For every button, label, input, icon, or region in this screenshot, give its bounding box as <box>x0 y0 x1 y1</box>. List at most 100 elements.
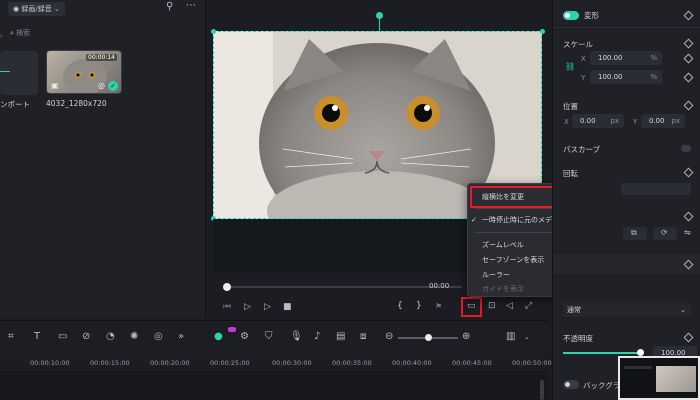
zoom-in-icon[interactable]: ⊕ <box>462 331 470 342</box>
play-icon[interactable]: ▷ <box>264 302 271 312</box>
keyframe-diamond-icon[interactable] <box>683 100 694 111</box>
menu-item-label: セーフゾーンを表示 <box>482 256 545 264</box>
scale-y-label: Y <box>581 74 586 82</box>
overlay-bar <box>624 366 652 369</box>
shape-icon[interactable]: ▭ <box>58 331 67 342</box>
rotate-90-button[interactable]: ⟳ <box>653 227 677 240</box>
keyframe-diamond-icon[interactable] <box>683 167 694 178</box>
media-filter-dropdown[interactable]: ◉ 録画/録音 ⌄ <box>8 2 65 16</box>
motion-icon[interactable]: ◎ <box>154 331 163 342</box>
keyframe-diamond-icon[interactable] <box>683 72 694 83</box>
filter-icon[interactable]: ⚲ <box>166 1 173 12</box>
path-curve-toggle[interactable] <box>681 145 691 152</box>
pos-x-input[interactable]: 0.00 px <box>572 114 624 128</box>
proxy-icon: ◎ <box>98 81 105 90</box>
transform-toggle[interactable] <box>563 11 579 20</box>
fullscreen-icon[interactable]: ⤢ <box>525 301 532 311</box>
media-clip-thumbnail[interactable]: 00:00:14 ▣ ◎ ✓ <box>46 50 122 94</box>
blend-mode-select[interactable]: 通常 ⌄ <box>563 303 691 317</box>
layout-icon[interactable]: ▥ <box>506 331 515 342</box>
opacity-slider-track[interactable] <box>563 352 641 354</box>
keyframe-diamond-icon[interactable] <box>683 38 694 49</box>
pos-x-value: 0.00 <box>580 117 596 125</box>
more-icon[interactable]: ⋯ <box>186 0 196 11</box>
mark-in-button[interactable]: { <box>397 301 403 311</box>
rotate-handle[interactable] <box>376 12 383 19</box>
background-toggle[interactable] <box>563 380 579 389</box>
speed-icon[interactable]: ◔ <box>106 331 115 342</box>
volume-icon[interactable]: ◁ <box>506 301 513 311</box>
playhead-knob[interactable] <box>223 283 231 291</box>
scale-x-input[interactable]: 100.00 % <box>590 51 662 65</box>
compositing-section-header[interactable] <box>553 254 700 274</box>
added-check-icon: ✓ <box>108 81 118 91</box>
resize-handle-top-left[interactable] <box>211 29 216 34</box>
position-label: 位置 <box>563 102 578 111</box>
snap-icon[interactable]: ⧈ <box>360 331 366 342</box>
snapshot-icon[interactable]: ⊡ <box>488 301 496 311</box>
overlay-cat-image <box>656 366 696 392</box>
ai-badge <box>228 327 236 332</box>
media-filter-label: 録画/録音 <box>21 5 52 13</box>
link-icon[interactable]: ⛓ <box>565 62 575 71</box>
shield-icon[interactable]: ⛉ <box>265 331 273 342</box>
flip-icon: ⧉ <box>631 228 637 237</box>
pos-y-input[interactable]: 0.00 px <box>641 114 685 128</box>
menu-item-label: ズームレベル <box>482 241 524 249</box>
import-label: ンポート <box>0 100 30 109</box>
mark-out-button[interactable]: } <box>416 301 422 311</box>
text-icon[interactable]: T <box>34 331 40 342</box>
stop-icon[interactable]: ■ <box>283 302 292 312</box>
import-tile[interactable] <box>0 51 38 95</box>
crop-icon[interactable]: ⌗ <box>8 331 14 342</box>
ai-avatar-icon[interactable]: ● <box>214 331 223 342</box>
more-tools-icon[interactable]: » <box>178 331 184 342</box>
unit-label: px <box>610 117 619 125</box>
keyframe-diamond-icon[interactable] <box>683 211 694 222</box>
collapse-arrow-icon[interactable]: › <box>0 32 3 40</box>
settings-icon[interactable]: ⚙ <box>240 331 249 342</box>
ruler-tick: 00:00:15:00 <box>90 359 130 367</box>
ruler-tick: 00:00:25:00 <box>210 359 250 367</box>
microphone-icon[interactable]: 🎙 <box>290 331 303 342</box>
play-reverse-icon[interactable]: ▷ <box>244 302 251 312</box>
previous-frame-icon[interactable]: ⏮ <box>223 302 231 312</box>
scale-y-input[interactable]: 100.00 % <box>590 70 662 84</box>
unit-label: % <box>650 54 657 62</box>
marker-icon[interactable]: ⚑ <box>435 302 442 311</box>
inspector-panel: 変形 スケール ⛓ X 100.00 % Y 100.00 % 位置 X 0.0… <box>552 0 700 400</box>
zoom-slider-thumb[interactable] <box>425 334 432 341</box>
background-label: バックグラ <box>583 381 621 390</box>
opacity-slider-thumb[interactable] <box>637 349 644 356</box>
clip-name: 4032_1280x720 <box>46 99 107 108</box>
keyframe-diamond-icon[interactable] <box>683 53 694 64</box>
pos-y-value: 0.00 <box>649 117 665 125</box>
pos-x-label: X <box>564 118 569 126</box>
transform-label: 変形 <box>584 11 599 20</box>
audio-icon[interactable]: ♪ <box>314 331 320 342</box>
tag-icon[interactable]: ⊘ <box>82 331 90 342</box>
zoom-out-icon[interactable]: ⊖ <box>385 331 393 342</box>
image-type-icon: ▣ <box>51 81 59 90</box>
keyframe-diamond-icon[interactable] <box>683 10 694 21</box>
chevron-down-icon: ⌄ <box>680 306 686 314</box>
rotate-icon: ⟳ <box>661 228 668 237</box>
chevron-down-icon[interactable]: ⌄ <box>524 333 530 341</box>
rotate-input[interactable] <box>621 183 691 195</box>
mirror-icon[interactable]: ⇋ <box>684 228 691 237</box>
ruler-tick: 00:00:20:00 <box>150 359 190 367</box>
check-icon: ✓ <box>471 216 477 224</box>
caption-icon[interactable]: ▤ <box>336 331 345 342</box>
timeline-tracks[interactable] <box>0 371 548 400</box>
scale-label: スケール <box>563 40 593 49</box>
ruler-tick: 00:00:40:00 <box>392 359 432 367</box>
media-search-input[interactable]: ⌕ 検索 <box>0 26 206 40</box>
flip-button[interactable]: ⧉ <box>623 227 647 240</box>
resize-handle-top-right[interactable] <box>540 29 545 34</box>
timeline-scrollbar[interactable] <box>540 380 544 400</box>
playback-progress-track[interactable] <box>227 286 462 288</box>
chevron-down-icon: ⌄ <box>53 5 60 13</box>
search-placeholder: 検索 <box>16 29 31 37</box>
keyframe-diamond-icon[interactable] <box>683 332 694 343</box>
color-palette-icon[interactable]: ✺ <box>130 331 138 342</box>
